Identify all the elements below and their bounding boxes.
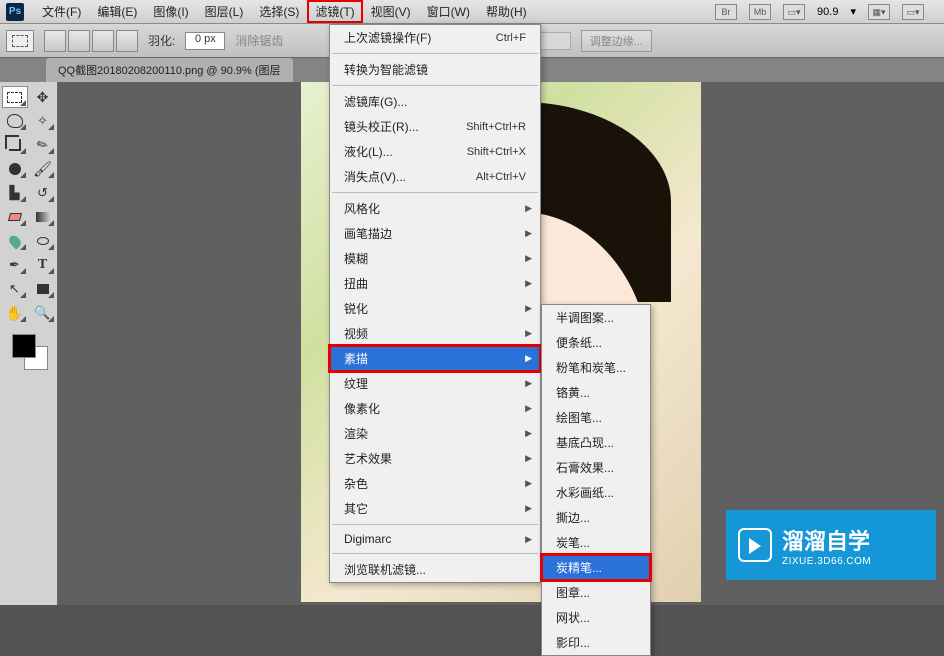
submenu-stamp[interactable]: 图章... [542, 580, 650, 605]
history-brush-tool[interactable]: ↺ [30, 182, 56, 204]
menu-help[interactable]: 帮助(H) [478, 0, 535, 23]
hand-tool[interactable]: ✋ [2, 302, 28, 324]
mode-intersect[interactable] [116, 30, 138, 52]
menu-filter-gallery[interactable]: 滤镜库(G)... [330, 89, 540, 114]
submenu-charcoal[interactable]: 炭笔... [542, 530, 650, 555]
menu-distort[interactable]: 扭曲 [330, 271, 540, 296]
mode-subtract[interactable] [92, 30, 114, 52]
filter-menu-dropdown: 上次滤镜操作(F) Ctrl+F 转换为智能滤镜 滤镜库(G)... 镜头校正(… [329, 24, 541, 583]
document-tab-label: QQ截图20180208200110.png @ 90.9% (图层 [58, 65, 281, 77]
menu-liquify[interactable]: 液化(L)... Shift+Ctrl+X [330, 139, 540, 164]
dodge-tool[interactable] [30, 230, 56, 252]
minibridge-icon[interactable]: Mb [749, 4, 771, 20]
marquee-tool[interactable] [2, 86, 28, 108]
watermark-badge: 溜溜自学 ZIXUE.3D66.COM [726, 510, 936, 580]
lasso-tool[interactable] [2, 110, 28, 132]
menu-pixelate[interactable]: 像素化 [330, 396, 540, 421]
eyedropper-tool[interactable]: ✎ [30, 134, 56, 156]
feather-label: 羽化: [148, 32, 175, 49]
menubar: Ps 文件(F) 编辑(E) 图像(I) 图层(L) 选择(S) 滤镜(T) 视… [0, 0, 944, 24]
separator [332, 53, 538, 54]
separator [332, 192, 538, 193]
menu-stylize[interactable]: 风格化 [330, 196, 540, 221]
menu-image[interactable]: 图像(I) [145, 0, 196, 23]
pen-tool[interactable]: ✒ [2, 254, 28, 276]
gradient-tool[interactable] [30, 206, 56, 228]
submenu-reticulation[interactable]: 网状... [542, 605, 650, 630]
menu-brush-strokes[interactable]: 画笔描边 [330, 221, 540, 246]
mode-new[interactable] [44, 30, 66, 52]
watermark-title: 溜溜自学 [782, 524, 871, 556]
marquee-mode-group [44, 30, 138, 52]
healing-brush-tool[interactable] [2, 158, 28, 180]
zoom-value[interactable]: 90.9 [817, 6, 838, 18]
arrange-icon[interactable]: ▦▾ [868, 4, 890, 20]
submenu-bas-relief[interactable]: 基底凸现... [542, 430, 650, 455]
submenu-chalk-charcoal[interactable]: 粉笔和炭笔... [542, 355, 650, 380]
menu-file[interactable]: 文件(F) [34, 0, 89, 23]
shape-tool[interactable] [30, 278, 56, 300]
workspace-icon[interactable]: ▭▾ [902, 4, 924, 20]
menu-last-filter[interactable]: 上次滤镜操作(F) Ctrl+F [330, 25, 540, 50]
separator [332, 524, 538, 525]
separator [332, 553, 538, 554]
menu-video[interactable]: 视频 [330, 321, 540, 346]
menu-other[interactable]: 其它 [330, 496, 540, 521]
color-swatches[interactable] [2, 334, 55, 374]
app-icon: Ps [6, 3, 24, 21]
watermark-url: ZIXUE.3D66.COM [782, 556, 871, 567]
foreground-color[interactable] [12, 334, 36, 358]
menu-artistic[interactable]: 艺术效果 [330, 446, 540, 471]
antialias-label: 消除锯齿 [235, 32, 283, 49]
submenu-chrome[interactable]: 铬黄... [542, 380, 650, 405]
menu-sketch[interactable]: 素描 [330, 346, 540, 371]
submenu-photocopy[interactable]: 影印... [542, 630, 650, 655]
menu-digimarc[interactable]: Digimarc [330, 528, 540, 550]
menu-browse-online[interactable]: 浏览联机滤镜... [330, 557, 540, 582]
clone-stamp-tool[interactable]: ▙ [2, 182, 28, 204]
submenu-conte-crayon[interactable]: 炭精笔... [542, 555, 650, 580]
mode-add[interactable] [68, 30, 90, 52]
separator [332, 85, 538, 86]
menu-edit[interactable]: 编辑(E) [89, 0, 145, 23]
submenu-note-paper[interactable]: 便条纸... [542, 330, 650, 355]
magic-wand-tool[interactable]: ✧ [30, 110, 56, 132]
adjust-edge-button: 调整边缘... [581, 30, 652, 52]
menu-window[interactable]: 窗口(W) [419, 0, 478, 23]
crop-tool[interactable] [2, 134, 28, 156]
feather-input[interactable]: 0 px [185, 32, 225, 50]
menubar-controls: Br Mb ▭▾ 90.9▾ ▦▾ ▭▾ [715, 4, 944, 20]
path-select-tool[interactable]: ↖ [2, 278, 28, 300]
menu-sharpen[interactable]: 锐化 [330, 296, 540, 321]
submenu-torn-edges[interactable]: 撕边... [542, 505, 650, 530]
toolbox: ✥ ✧ ✎ 🖌 ▙ ↺ ✒ T ↖ ✋ 🔍 [0, 82, 58, 605]
menu-filter[interactable]: 滤镜(T) [307, 0, 362, 23]
play-icon [738, 528, 772, 562]
eraser-tool[interactable] [2, 206, 28, 228]
bridge-icon[interactable]: Br [715, 4, 737, 20]
type-tool[interactable]: T [30, 254, 56, 276]
menu-select[interactable]: 选择(S) [251, 0, 307, 23]
sketch-submenu: 半调图案... 便条纸... 粉笔和炭笔... 铬黄... 绘图笔... 基底凸… [541, 304, 651, 656]
menu-vanishing-point[interactable]: 消失点(V)... Alt+Ctrl+V [330, 164, 540, 189]
menu-render[interactable]: 渲染 [330, 421, 540, 446]
move-tool[interactable]: ✥ [30, 86, 56, 108]
zoom-tool[interactable]: 🔍 [30, 302, 56, 324]
menu-view[interactable]: 视图(V) [363, 0, 419, 23]
brush-tool[interactable]: 🖌 [30, 158, 56, 180]
menu-layer[interactable]: 图层(L) [197, 0, 252, 23]
blur-tool[interactable] [2, 230, 28, 252]
menu-texture[interactable]: 纹理 [330, 371, 540, 396]
screen-mode-icon[interactable]: ▭▾ [783, 4, 805, 20]
submenu-plaster[interactable]: 石膏效果... [542, 455, 650, 480]
document-tab[interactable]: QQ截图20180208200110.png @ 90.9% (图层 [46, 58, 293, 82]
menu-noise[interactable]: 杂色 [330, 471, 540, 496]
submenu-water-paper[interactable]: 水彩画纸... [542, 480, 650, 505]
submenu-halftone-pattern[interactable]: 半调图案... [542, 305, 650, 330]
submenu-graphic-pen[interactable]: 绘图笔... [542, 405, 650, 430]
menu-convert-smart[interactable]: 转换为智能滤镜 [330, 57, 540, 82]
menu-blur[interactable]: 模糊 [330, 246, 540, 271]
menu-lens-correction[interactable]: 镜头校正(R)... Shift+Ctrl+R [330, 114, 540, 139]
tool-preset[interactable] [6, 30, 34, 52]
